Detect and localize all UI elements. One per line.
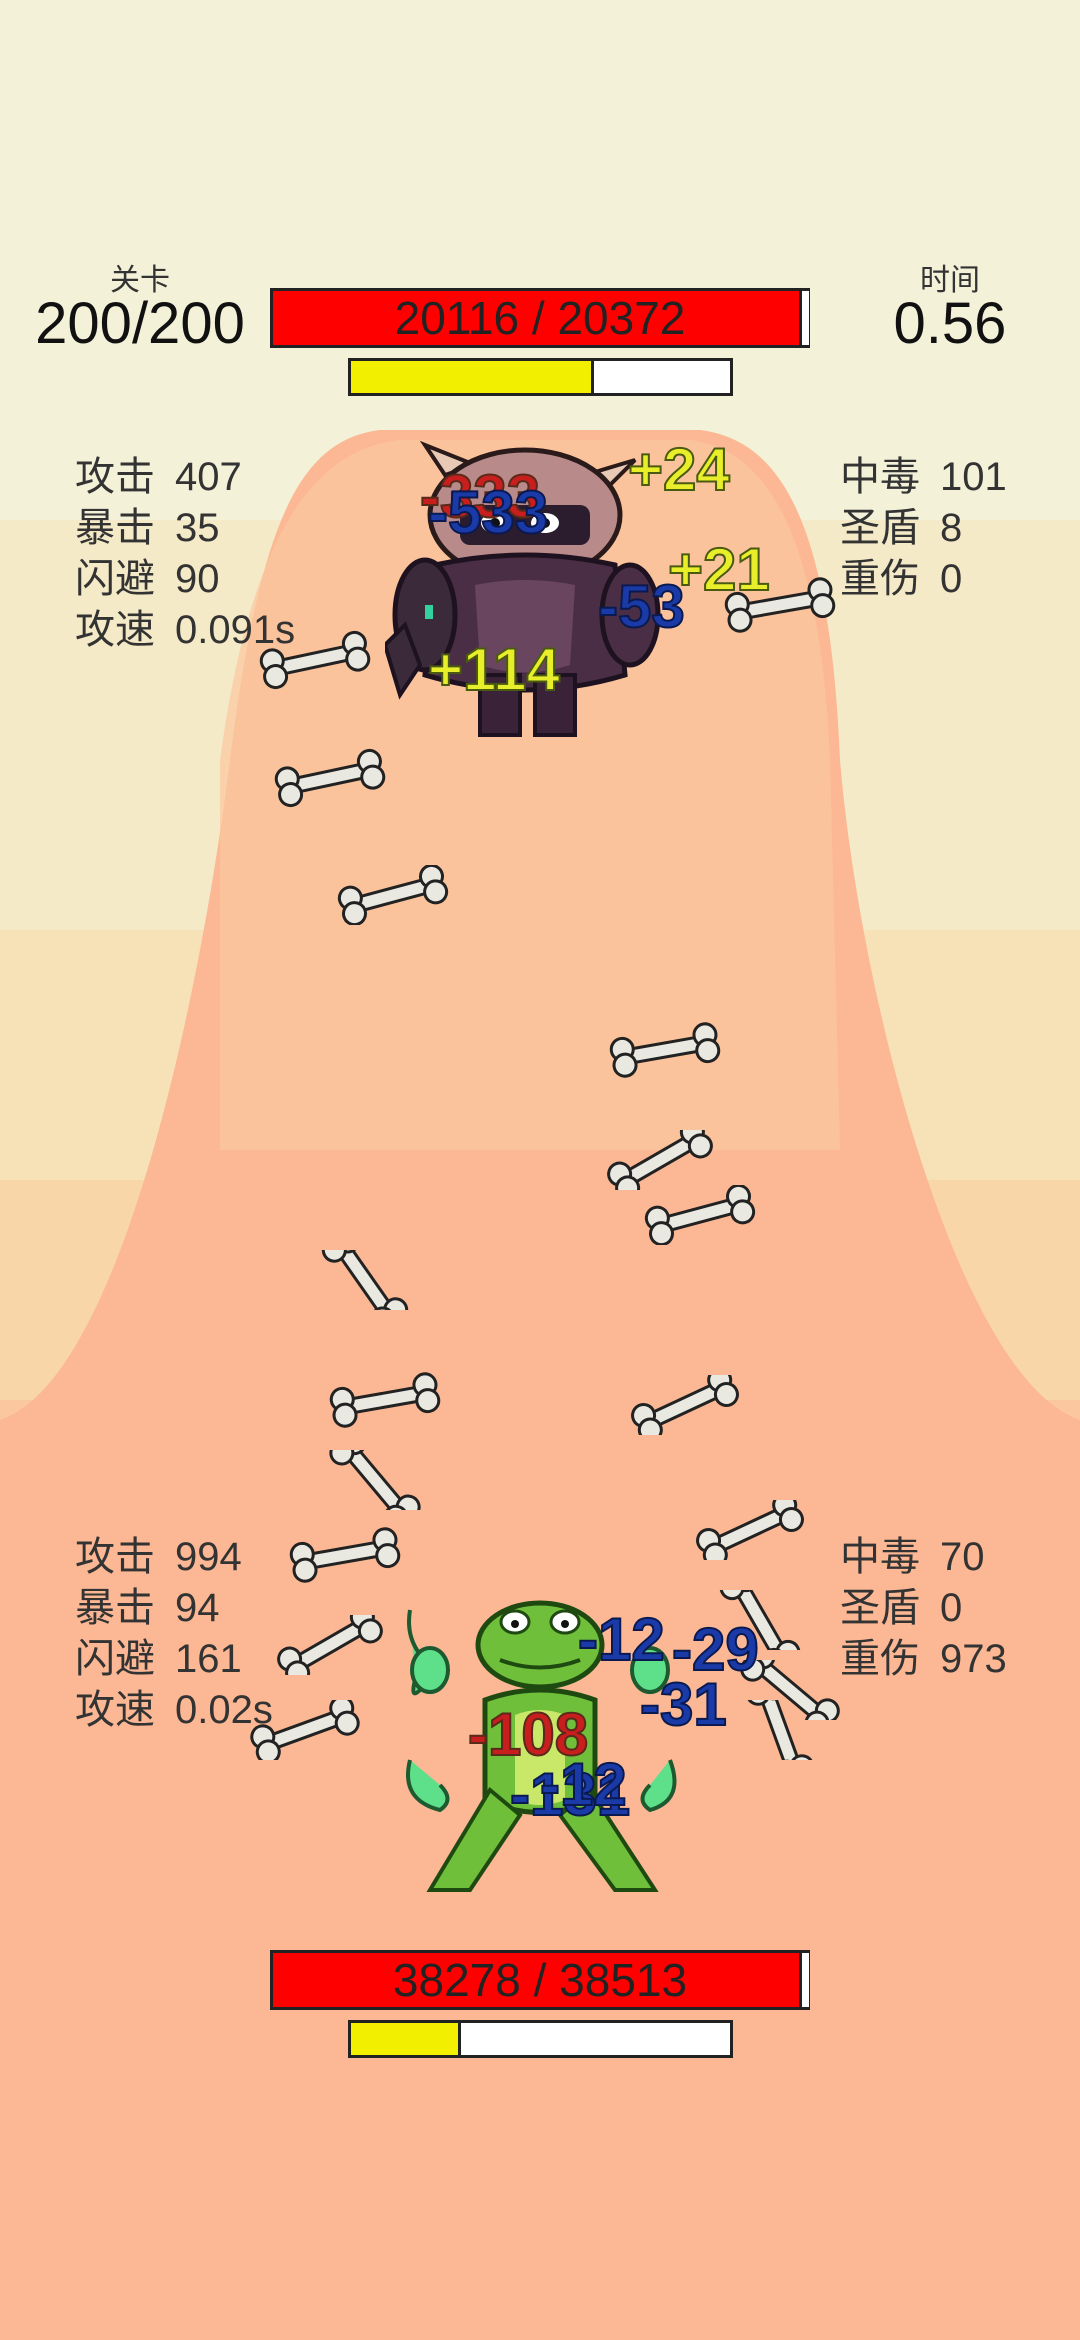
bone-projectile: [745, 1700, 815, 1760]
bone-projectile: [259, 630, 371, 690]
player-damage-text: -12: [539, 1750, 628, 1819]
player-stat-crit: 暴击 94: [75, 1586, 220, 1630]
player-damage-text: -31: [639, 1670, 728, 1739]
bone-projectile: [329, 1372, 441, 1428]
enemy-heal-text: +114: [427, 635, 561, 704]
bone-projectile: [696, 1500, 804, 1560]
player-stat-holy-shield: 圣盾 0: [840, 1586, 963, 1630]
enemy-stat-poison: 中毒 101: [840, 455, 1007, 499]
player-stat-dodge: 闪避 161: [75, 1637, 242, 1681]
bone-projectile: [277, 1615, 383, 1675]
timer-value: 0.56: [893, 291, 1007, 356]
player-stats-right: 中毒 70 圣盾 0 重伤 973: [840, 1532, 1007, 1685]
player-stat-poison: 中毒 70: [840, 1535, 985, 1579]
enemy-energy-fill: [351, 361, 594, 393]
bone-projectile: [337, 865, 449, 925]
enemy-stat-dodge: 闪避 90: [75, 557, 220, 601]
player-damage-text: -12: [577, 1605, 666, 1674]
enemy-energy-bar: [348, 358, 733, 396]
enemy-stat-grievous: 重伤 0: [840, 557, 963, 601]
level-value: 200/200: [35, 291, 245, 356]
bone-projectile: [289, 1527, 401, 1583]
bone-projectile: [609, 1022, 721, 1078]
bone-projectile: [644, 1185, 756, 1245]
bone-projectile: [607, 1130, 713, 1190]
enemy-stat-holy-shield: 圣盾 8: [840, 506, 963, 550]
enemy-heal-text: +24: [627, 435, 731, 504]
player-energy-bar: [348, 2020, 733, 2058]
player-hp-bar: 38278 / 38513: [270, 1950, 810, 2010]
enemy-stats-left: 攻击 407 暴击 35 闪避 90 攻速 0.091s: [75, 452, 295, 656]
bone-projectile: [321, 1250, 409, 1310]
player-stat-grievous: 重伤 973: [840, 1637, 1007, 1681]
player-hp-text: 38278 / 38513: [392, 1954, 688, 2006]
player-stats-left: 攻击 994 暴击 94 闪避 161 攻速 0.02s: [75, 1532, 273, 1736]
enemy-damage-text: -53: [597, 572, 686, 641]
bone-projectile: [329, 1450, 421, 1510]
enemy-hp-bar: 20116 / 20372: [270, 288, 810, 348]
enemy-stats-right: 中毒 101 圣盾 8 重伤 0: [840, 452, 1007, 605]
enemy-stat-crit: 暴击 35: [75, 506, 220, 550]
player-stat-attack-speed: 攻速 0.02s: [75, 1688, 273, 1732]
enemy-damage-text: -533: [427, 478, 549, 547]
player-stat-attack: 攻击 994: [75, 1535, 242, 1579]
player-energy-fill: [351, 2023, 461, 2055]
enemy-hp-text: 20116 / 20372: [394, 292, 686, 344]
enemy-stat-attack: 攻击 407: [75, 455, 242, 499]
bone-projectile: [631, 1375, 739, 1435]
bone-projectile: [274, 748, 386, 808]
